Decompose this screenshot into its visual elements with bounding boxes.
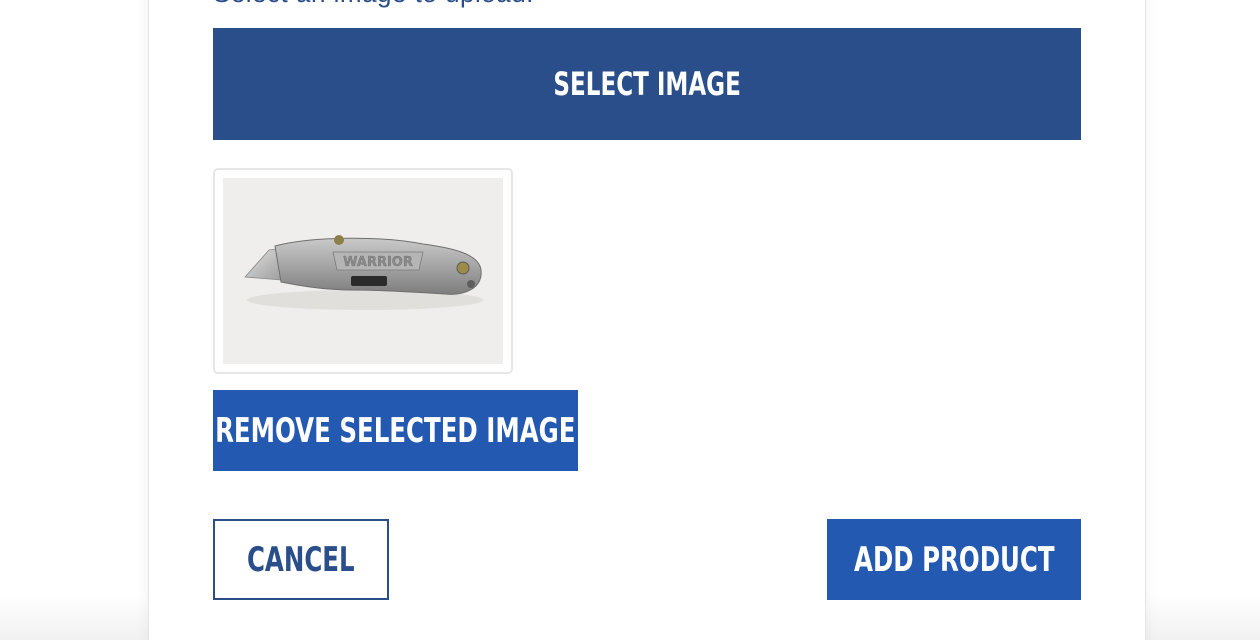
cancel-button[interactable]: CANCEL — [213, 519, 389, 600]
cancel-button-label: CANCEL — [247, 539, 355, 580]
knife-brand-text: WARRIOR — [343, 255, 413, 270]
image-preview: WARRIOR — [223, 178, 503, 364]
page: Select an image to upload: SELECT IMAGE — [0, 0, 1260, 640]
remove-selected-image-button-label: REMOVE SELECTED IMAGE — [215, 410, 576, 451]
upload-instruction-label: Select an image to upload: — [213, 0, 534, 9]
add-product-button-label: ADD PRODUCT — [853, 539, 1055, 580]
add-product-button[interactable]: ADD PRODUCT — [827, 519, 1081, 600]
select-image-button-label: SELECT IMAGE — [553, 65, 741, 103]
select-image-button[interactable]: SELECT IMAGE — [213, 28, 1081, 140]
utility-knife-image: WARRIOR — [244, 235, 483, 310]
image-preview-frame: WARRIOR — [213, 168, 513, 374]
remove-selected-image-button[interactable]: REMOVE SELECTED IMAGE — [213, 390, 578, 471]
